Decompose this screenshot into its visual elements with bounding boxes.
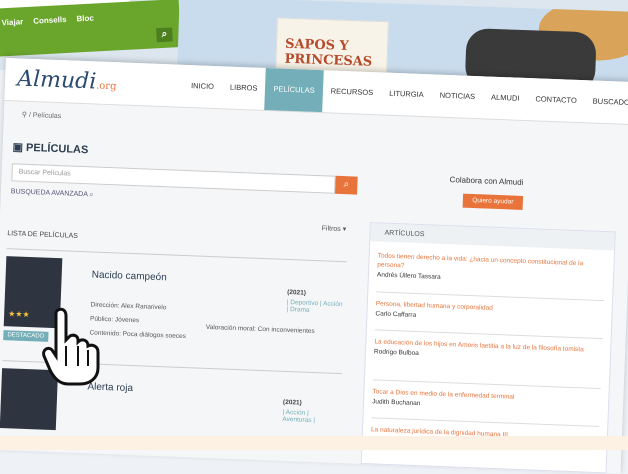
nav-noticias[interactable]: NOTICIAS — [431, 74, 484, 118]
advanced-search-link[interactable]: BUSQUEDA AVANZADA ⌕ — [11, 188, 94, 199]
divider — [376, 291, 605, 302]
search-icon: ⌕ — [156, 27, 173, 43]
movie-genres[interactable]: | Acción | Aventuras | — [282, 409, 338, 425]
article-item[interactable]: Persona, libertad humana y corporalidad C… — [375, 299, 604, 326]
article-item[interactable]: Todos tienen derecho a la vida: ¿hacia u… — [377, 251, 606, 287]
footer-strip — [0, 436, 628, 450]
article-item[interactable]: La educación de los hijos en Amoris laet… — [374, 337, 603, 364]
nav-buscador[interactable]: BUSCADOR — [584, 80, 628, 124]
movie-year: (2021) — [287, 288, 307, 297]
help-button[interactable]: Quiero ayudar — [462, 193, 524, 210]
divider — [371, 417, 600, 428]
collab-text: Colabora con Almudi — [449, 175, 524, 187]
hand-cursor-icon — [42, 307, 100, 386]
nav-inicio[interactable]: INICIO — [182, 65, 223, 108]
nav-contacto[interactable]: CONTACTO — [527, 78, 586, 122]
page-title: ▣ PELÍCULAS — [12, 141, 89, 157]
divider — [374, 329, 603, 340]
bg-menu-item: Viajar — [1, 17, 24, 28]
film-icon: ▣ — [12, 141, 27, 154]
bg-menu-item: Bloc — [76, 13, 95, 24]
location-icon: ⚲ / — [21, 111, 33, 120]
bg-menu-item: Consells — [32, 14, 67, 26]
movie-genres[interactable]: | Deportivo | Acción | Drama — [286, 299, 342, 315]
movie-content: Contenido: Poca diálogos soeces — [89, 329, 187, 341]
breadcrumb: ⚲ / Películas — [21, 111, 62, 121]
search-button[interactable]: ⌕ — [335, 175, 358, 195]
article-item[interactable]: Tocar a Dios en medio de la enfermedad t… — [372, 387, 601, 414]
nav-liturgia[interactable]: LITURGIA — [380, 72, 432, 116]
articles-header: ARTÍCULOS — [370, 223, 615, 251]
movie-title[interactable]: Nacido campeón — [92, 269, 167, 283]
logo[interactable]: Almudi.org — [17, 66, 117, 95]
nav-recursos[interactable]: RECURSOS — [322, 70, 382, 114]
list-title: LISTA DE PELÍCULAS — [7, 230, 79, 240]
nav-almudi[interactable]: ALMUDI — [482, 76, 528, 120]
movie-year: (2021) — [282, 398, 302, 407]
nav-peliculas[interactable]: PELÍCULAS — [264, 67, 324, 113]
search-input[interactable]: Buscar Películas — [11, 163, 336, 194]
rating-stars: ★★★ — [8, 309, 30, 320]
nav-libros[interactable]: LIBROS — [221, 66, 266, 110]
divider — [372, 379, 601, 390]
main-page: Almudi.org INICIO LIBROS PELÍCULAS RECUR… — [0, 58, 628, 474]
movie-director: Dirección: Alex Ranarivelo — [90, 301, 167, 312]
movie-moral-rating: Valoración moral: Con inconvenientes — [205, 323, 315, 336]
background-site-header: Viajar Consells Bloc ⌕ — [0, 0, 182, 57]
filters-dropdown[interactable]: Filtros ▾ — [322, 224, 347, 233]
